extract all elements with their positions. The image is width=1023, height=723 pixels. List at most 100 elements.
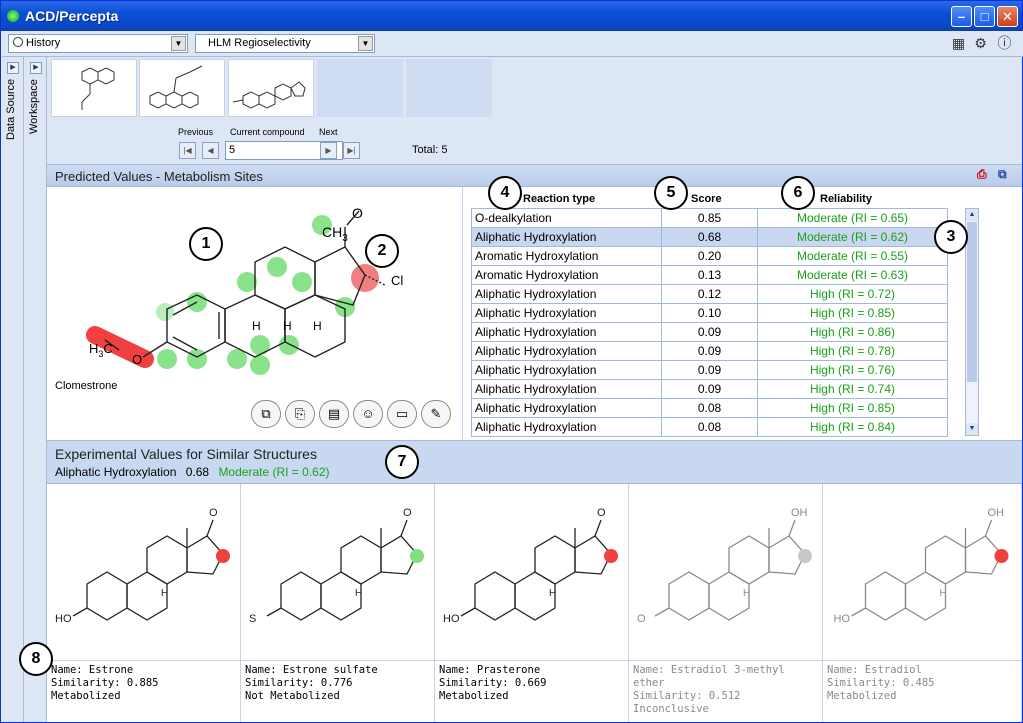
table-row[interactable]: O-dealkylation 0.85 Moderate (RI = 0.65) [471, 208, 948, 228]
methyl-label: CH3 [322, 224, 348, 244]
structure-top-label: O [403, 507, 412, 519]
metabolism-site-dot [216, 549, 230, 563]
h-label: H [283, 319, 292, 333]
paste-structure-button[interactable]: ⎘ [285, 400, 315, 428]
pdf-export-icon[interactable]: ⎙ [977, 167, 987, 182]
metabolism-site-dot [994, 549, 1009, 563]
column-header-reaction[interactable]: Reaction type [523, 193, 595, 205]
predicted-table: O-dealkylation 0.85 Moderate (RI = 0.65) Al… [471, 208, 948, 437]
structure-info: Name: Estrone Similarity: 0.885 Metabolize… [47, 660, 240, 706]
edit-pencil-button[interactable]: ✎ [421, 400, 451, 428]
column-header-reliability[interactable]: Reliability [820, 193, 872, 205]
gear-icon[interactable]: ⚙ [972, 35, 989, 52]
structure-similarity: Similarity: 0.485 [827, 677, 935, 689]
table-row[interactable]: Aliphatic Hydroxylation 0.10 High (RI = 0.… [471, 303, 948, 323]
copy-structure-button[interactable]: ⧉ [251, 400, 281, 428]
chevron-down-icon[interactable]: ▼ [171, 36, 186, 51]
history-dropdown[interactable]: History ▼ [8, 34, 188, 53]
module-dropdown[interactable]: HLM Regioselectivity ▼ [195, 34, 375, 53]
cell-score: 0.09 [661, 379, 758, 399]
table-row[interactable]: Aliphatic Hydroxylation 0.08 High (RI = 0.… [471, 398, 948, 418]
expand-arrow-icon[interactable]: ▶ [30, 62, 42, 74]
table-row[interactable]: Aromatic Hydroxylation 0.20 Moderate (RI =… [471, 246, 948, 266]
structure-top-label: OH [988, 507, 1005, 519]
cell-reliability: High (RI = 0.86) [757, 322, 948, 342]
selected-reliability: Moderate (RI = 0.62) [218, 465, 330, 479]
cell-reliability: High (RI = 0.78) [757, 341, 948, 361]
compound-thumbnail-selected[interactable] [228, 59, 314, 117]
title-bar: ACD/Percepta – □ ✕ [1, 1, 1022, 31]
minimize-button[interactable]: – [951, 6, 972, 27]
scroll-down-icon[interactable]: ▼ [966, 423, 978, 435]
table-row[interactable]: Aromatic Hydroxylation 0.13 Moderate (RI =… [471, 265, 948, 285]
maximize-button[interactable]: □ [974, 6, 995, 27]
callout-marker: 7 [385, 445, 419, 479]
smiley-button[interactable]: ☺ [353, 400, 383, 428]
clock-icon [13, 37, 23, 47]
experimental-selection: Aliphatic Hydroxylation 0.68 Moderate (R… [55, 465, 330, 479]
copy-icon[interactable]: ⧉ [998, 167, 1007, 182]
metabolism-site-dot [410, 549, 424, 563]
database-button[interactable]: ▤ [319, 400, 349, 428]
compound-thumbnails: Previous Current compound Next |◀ ◀ 5 ▶ … [47, 57, 1022, 164]
scroll-up-icon[interactable]: ▲ [966, 209, 978, 221]
structure-name: Name: Estrone [51, 664, 134, 676]
cell-reaction: Aliphatic Hydroxylation [471, 227, 662, 247]
chevron-down-icon[interactable]: ▼ [358, 36, 373, 51]
app-window: ACD/Percepta – □ ✕ History ▼ HLM Regiose… [0, 0, 1023, 723]
cell-score: 0.09 [661, 322, 758, 342]
total-count: Total: 5 [412, 144, 448, 156]
cell-score: 0.10 [661, 303, 758, 323]
last-compound-button[interactable]: ▶| [343, 142, 360, 159]
table-row[interactable]: Aliphatic Hydroxylation 0.09 High (RI = 0.… [471, 360, 948, 380]
table-row[interactable]: Aliphatic Hydroxylation 0.12 High (RI = 0.… [471, 284, 948, 304]
similar-structure-card[interactable]: O S H Name: Estrone sulfate Similarity: 0.77… [241, 484, 435, 722]
similar-structure-card[interactable]: OH O H Name: Estradiol 3-methyl ether Simila… [629, 484, 823, 722]
data-source-panel-tab[interactable]: ▶ Data Source [2, 57, 24, 722]
structure-left-label: HO [834, 613, 851, 625]
cell-reliability: Moderate (RI = 0.55) [757, 246, 948, 266]
calculator-icon[interactable]: ▦ [950, 35, 967, 52]
table-row[interactable]: Aliphatic Hydroxylation 0.09 High (RI = 0.… [471, 341, 948, 361]
cell-score: 0.85 [661, 208, 758, 228]
first-compound-button[interactable]: |◀ [179, 142, 196, 159]
expand-arrow-icon[interactable]: ▶ [7, 62, 19, 74]
structure-top-label: O [597, 507, 606, 519]
table-row[interactable]: Aliphatic Hydroxylation 0.68 Moderate (RI … [471, 227, 948, 247]
similar-structure-card[interactable]: OH HO H Name: Estradiol Similarity: 0.485 Met… [823, 484, 1022, 722]
compound-thumbnail[interactable] [139, 59, 225, 117]
compound-name: Clomestrone [55, 380, 118, 392]
info-icon[interactable]: ⓘ [996, 35, 1013, 52]
next-label: Next [319, 127, 338, 137]
structure-info: Name: Estradiol 3-methyl ether Similarity… [629, 660, 822, 719]
workspace-panel-tab[interactable]: ▶ Workspace [25, 57, 47, 722]
molecule-view[interactable]: CH3 O Cl O H3C H H H Clomestrone ⧉ ⎘ ▤ ☺… [47, 187, 463, 440]
table-row[interactable]: Aliphatic Hydroxylation 0.08 High (RI = 0.… [471, 417, 948, 437]
table-row[interactable]: Aliphatic Hydroxylation 0.09 High (RI = 0.… [471, 322, 948, 342]
structure-name: Name: Prasterone [439, 664, 541, 676]
h-label: H [161, 588, 168, 599]
history-label: History [26, 37, 61, 49]
structure-top-label: OH [791, 507, 808, 519]
scroll-thumb[interactable] [967, 222, 977, 382]
cell-reliability: High (RI = 0.84) [757, 417, 948, 437]
cell-reaction: Aliphatic Hydroxylation [471, 398, 662, 418]
similar-structure-card[interactable]: O HO H Name: Estrone Similarity: 0.885 Metabo… [47, 484, 241, 722]
structure-name: Name: Estradiol 3-methyl ether [633, 664, 785, 689]
compound-thumbnail[interactable] [51, 59, 137, 117]
next-compound-button[interactable]: ▶ [320, 142, 337, 159]
window-title: ACD/Percepta [25, 8, 119, 24]
selected-score: 0.68 [185, 465, 210, 479]
metabolism-site-dot [798, 549, 812, 563]
previous-compound-button[interactable]: ◀ [202, 142, 219, 159]
structure-left-label: O [637, 613, 646, 625]
structure-status: Metabolized [439, 690, 509, 702]
open-folder-button[interactable]: ▭ [387, 400, 417, 428]
table-row[interactable]: Aliphatic Hydroxylation 0.09 High (RI = 0.… [471, 379, 948, 399]
column-header-score[interactable]: Score [691, 193, 722, 205]
h-label: H [940, 588, 947, 599]
close-button[interactable]: ✕ [997, 6, 1018, 27]
similar-structure-card[interactable]: O HO H Name: Prasterone Similarity: 0.669 Met… [435, 484, 629, 722]
callout-marker: 2 [365, 234, 399, 268]
ketone-o-label: O [352, 205, 363, 221]
